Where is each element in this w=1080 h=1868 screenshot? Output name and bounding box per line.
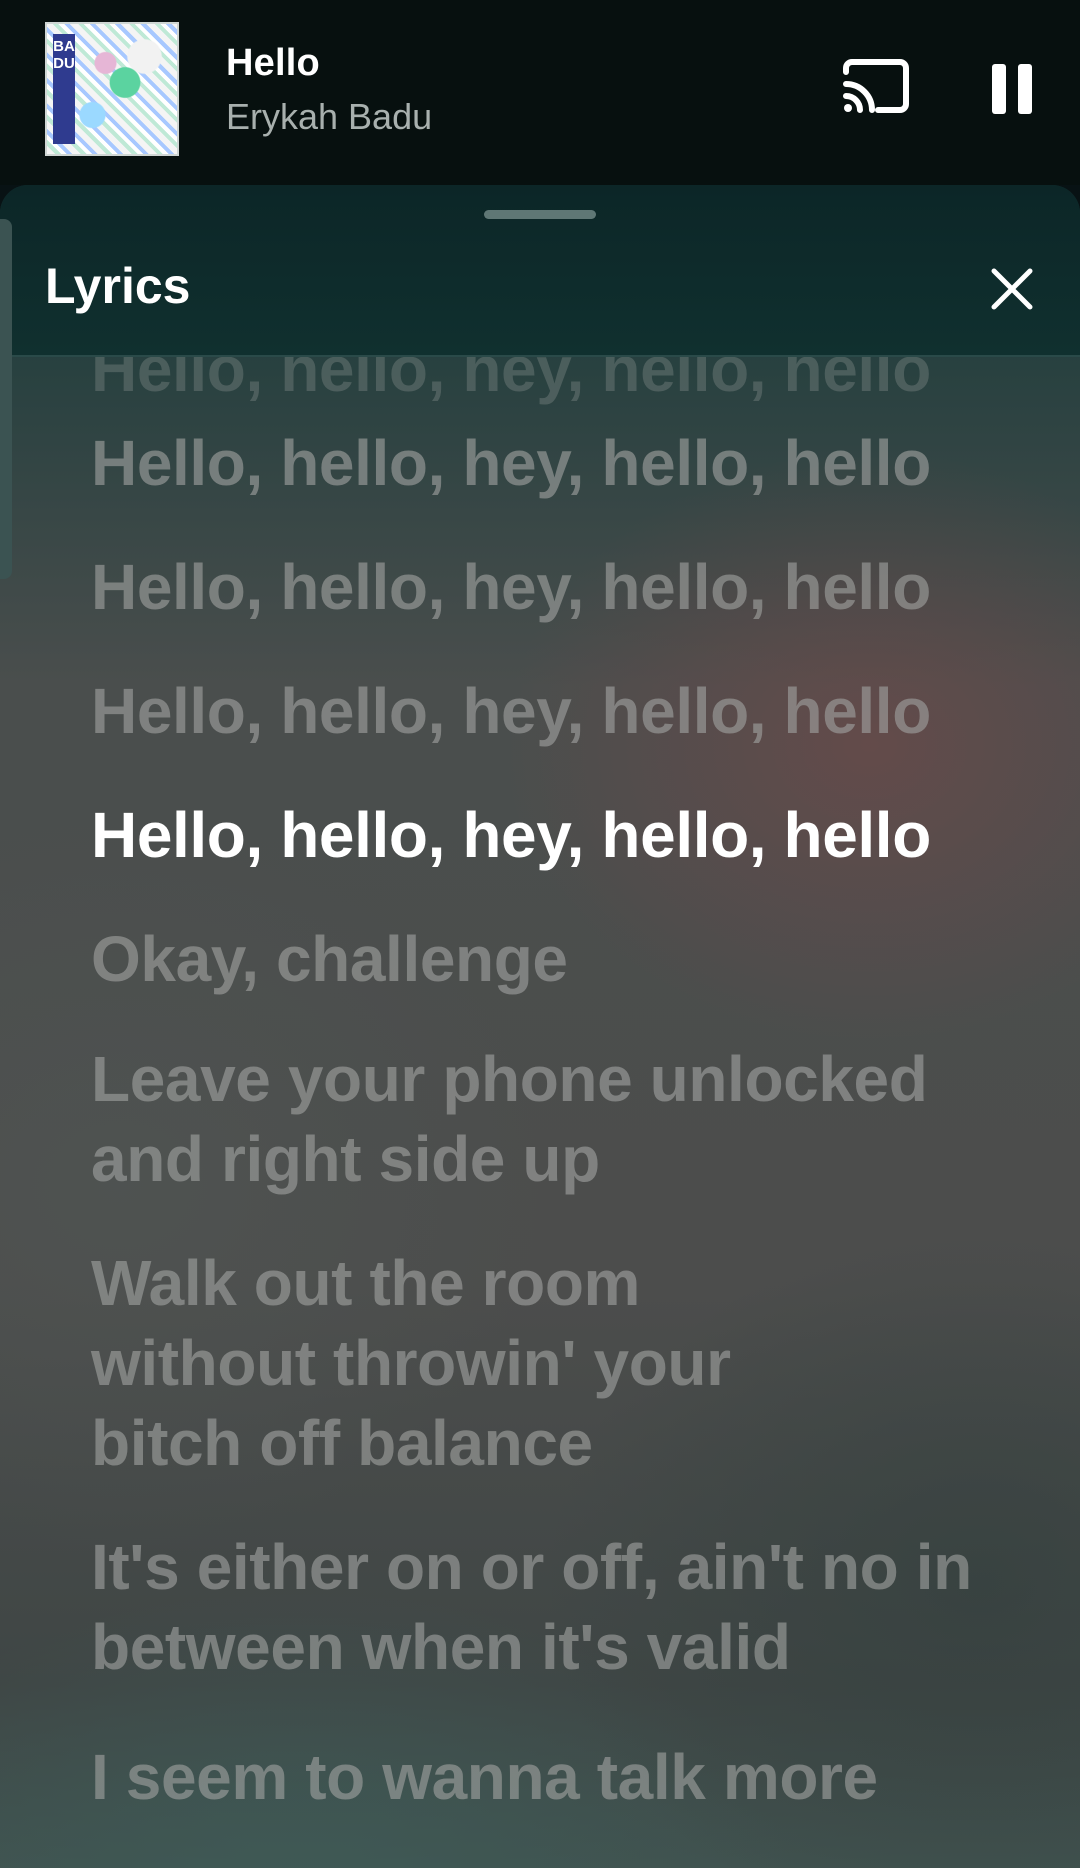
now-playing-screen: BADU Hello Erykah Badu Lyrics Hello, hel… xyxy=(0,0,1080,1868)
lyric-line[interactable]: Leave your phone unlocked and right side… xyxy=(91,1039,951,1199)
cast-icon xyxy=(843,59,909,113)
pause-button[interactable] xyxy=(984,58,1040,120)
lyric-line[interactable]: Hello, hello, hey, hello, hello xyxy=(91,671,1011,751)
cast-button[interactable] xyxy=(840,58,912,120)
lyrics-title: Lyrics xyxy=(45,258,191,314)
lyric-line-active[interactable]: Hello, hello, hey, hello, hello xyxy=(91,795,1011,875)
lyric-line[interactable]: Walk out the room without throwin' your … xyxy=(91,1243,851,1483)
song-title: Hello xyxy=(226,42,320,84)
pause-icon xyxy=(992,64,1032,114)
lyric-line[interactable]: I seem to wanna talk more xyxy=(91,1737,891,1817)
lyric-line[interactable]: Okay, challenge xyxy=(91,919,1011,999)
lyrics-list[interactable]: Hello, hello, hey, hello, hello Hello, h… xyxy=(0,357,1080,1868)
song-artist: Erykah Badu xyxy=(226,96,433,137)
drag-handle[interactable] xyxy=(484,210,596,219)
lyric-line[interactable]: It's either on or off, ain't no in betwe… xyxy=(91,1527,1011,1687)
lyrics-sheet: Lyrics Hello, hello, hey, hello, hello H… xyxy=(0,185,1080,1868)
close-button[interactable] xyxy=(988,265,1036,313)
lyric-line[interactable]: Hello, hello, hey, hello, hello xyxy=(91,357,1011,409)
album-art[interactable]: BADU xyxy=(45,22,179,156)
lyrics-header: Lyrics xyxy=(0,185,1080,357)
album-art-spine-text: BADU xyxy=(53,34,75,144)
close-icon xyxy=(991,268,1033,310)
lyric-line[interactable]: Hello, hello, hey, hello, hello xyxy=(91,423,1011,503)
lyric-line[interactable]: Hello, hello, hey, hello, hello xyxy=(91,547,1011,627)
mini-player[interactable]: BADU Hello Erykah Badu xyxy=(0,0,1080,185)
